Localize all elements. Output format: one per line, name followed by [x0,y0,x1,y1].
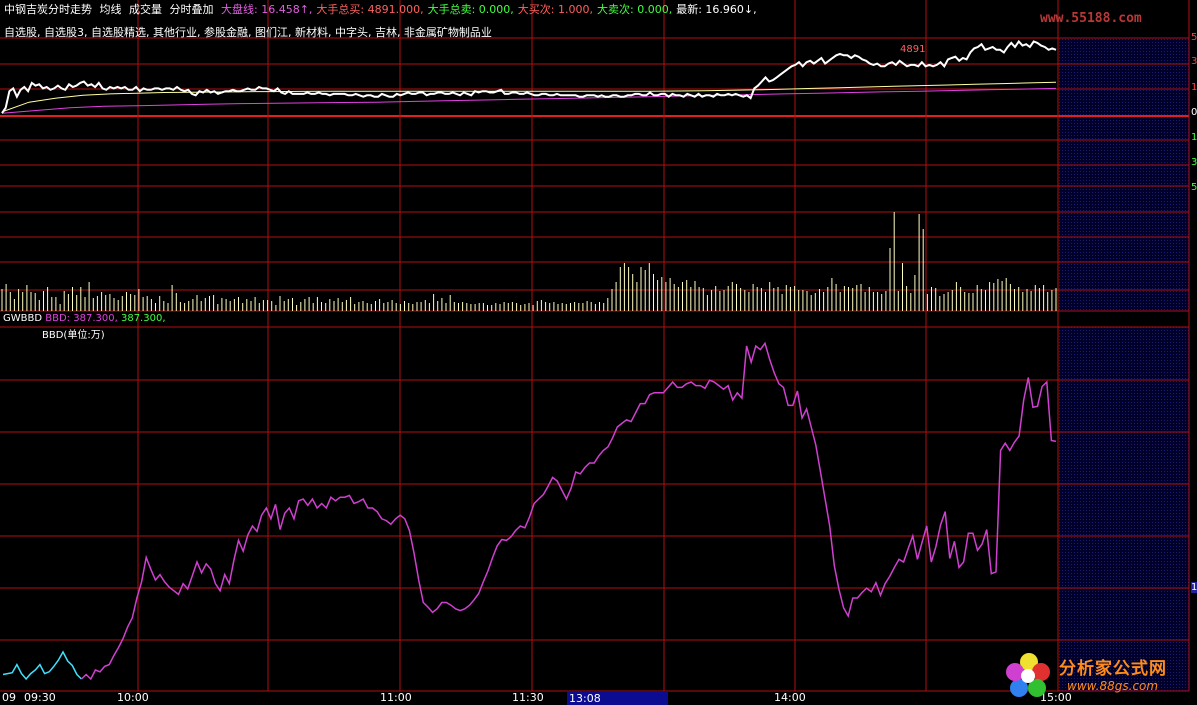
price-line [1,39,1057,114]
tick-day: 09 [2,691,16,704]
tag-avg[interactable]: 均线 [100,3,122,16]
scale-label-5: 3 [1191,157,1197,168]
bbd-line-start [2,650,83,681]
tag-volume[interactable]: 成交量 [129,3,162,16]
watermark-55188: www.55188.com [1040,11,1142,26]
future-area-bottom [1059,327,1189,691]
logo-title: 分析家公式网 [1059,659,1167,679]
bbd-line [80,341,1057,681]
chart-grid [0,0,1190,692]
bbd-legend-label: BBD [45,313,67,324]
flower-icon [1006,653,1050,697]
header-stats: 大盘线: 16.458↑, 大手总买: 4891.000, 大手总卖: 0.000,… [221,3,761,16]
tick-1400: 14:00 [774,691,806,704]
average-line [1,81,1057,113]
stat-5: 最新: 16.960↓, [676,3,757,16]
future-area-top [1059,38,1189,311]
tick-1100: 11:00 [380,691,412,704]
tick-0930: 09:30 [24,691,56,704]
scale-label-0: 5 [1191,32,1197,43]
bbd-value-1: 387.300 [73,313,115,324]
chart-header: 中钢吉炭分时走势 均线 成交量 分时叠加 大盘线: 16.458↑, 大手总买: … [4,3,765,17]
indicator-header: GWBBD BBD: 387.300, 387.300, [3,313,166,324]
logo-url: www.88gs.com [1067,679,1159,693]
scale-label-1: 3 [1191,56,1197,67]
price-layer [1,39,1057,114]
stat-2: 大手总卖: 0.000, [427,3,514,16]
price-annotation: 4891 [900,44,926,55]
indicator-name: GWBBD [3,313,43,324]
indicator-right-label: 1 [1191,582,1197,593]
chart-canvas [0,0,1190,692]
stat-3: 大买次: 1.000, [517,3,593,16]
scale-label-3: 0 [1191,107,1197,118]
stock-title: 中钢吉炭分时走势 [4,3,92,16]
tick-1130: 11:30 [512,691,544,704]
tick-1000: 10:00 [117,691,149,704]
stat-4: 大卖次: 0.000, [597,3,673,16]
scale-label-4: 1 [1191,132,1197,143]
stat-0: 大盘线: 16.458↑, [221,3,313,16]
stat-1: 大手总买: 4891.000, [316,3,424,16]
cursor-time: 13:08 [567,692,668,705]
scale-label-6: 5 [1191,182,1197,193]
logo-88gs: 分析家公式网 www.88gs.com [1001,648,1193,704]
bbd-layer [2,341,1057,681]
tag-overlay[interactable]: 分时叠加 [170,3,214,16]
bbd-value-2: 387.300, [120,313,166,324]
indicator-unit: BBD(单位:万) [42,330,105,341]
block-list: 自选股, 自选股3, 自选股精选, 其他行业, 参股金融, 图们江, 新材料, … [4,26,492,39]
scale-label-2: 1 [1191,82,1197,93]
